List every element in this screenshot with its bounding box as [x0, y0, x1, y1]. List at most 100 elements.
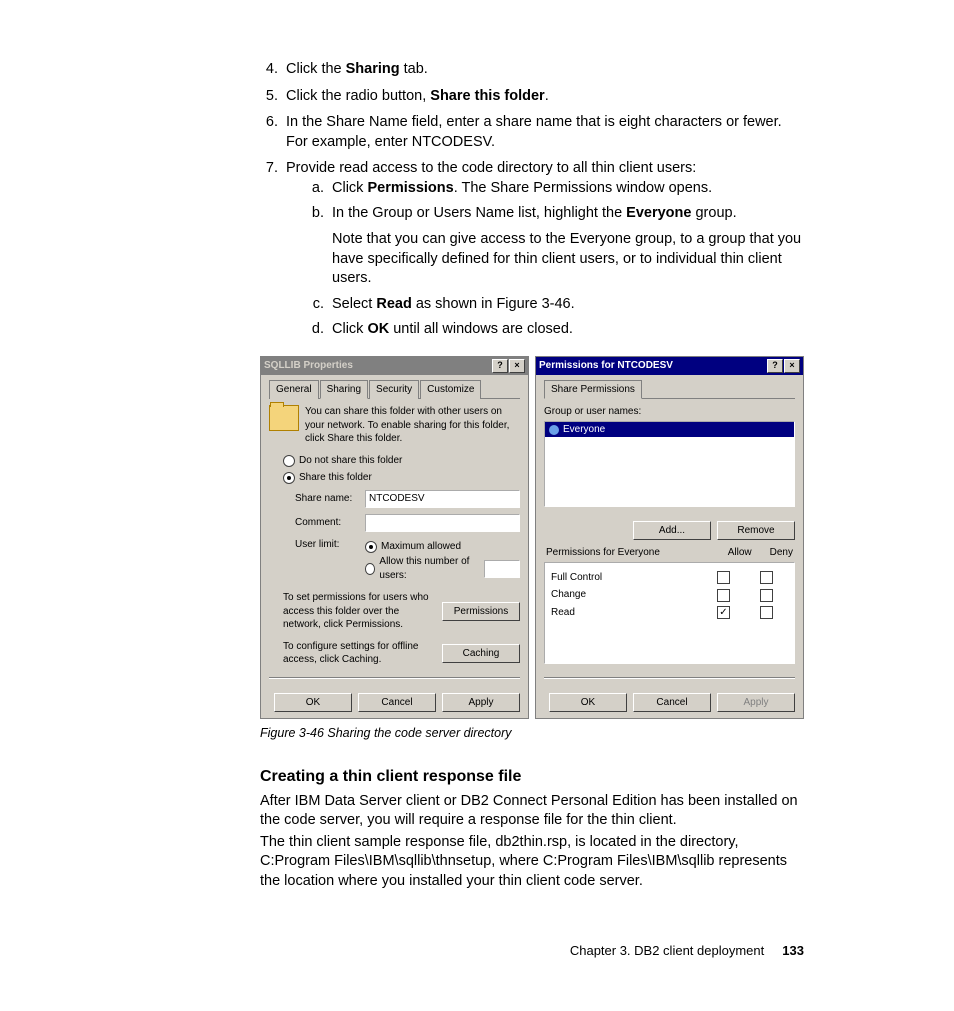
- ok-button[interactable]: OK: [274, 693, 352, 713]
- step-5-bold: Share this folder: [430, 88, 544, 104]
- tab-share-permissions[interactable]: Share Permissions: [544, 380, 642, 400]
- group-icon: [549, 425, 559, 435]
- step-7a-bold: Permissions: [367, 180, 453, 196]
- permissions-header: Permissions for Everyone Allow Deny: [546, 546, 793, 560]
- step-7c-pre: Select: [332, 296, 376, 312]
- figure-caption: Figure 3-46 Sharing the code server dire…: [260, 725, 804, 742]
- allow-checkbox[interactable]: [717, 606, 730, 619]
- radio-label: Share this folder: [299, 471, 372, 485]
- deny-checkbox[interactable]: [760, 589, 773, 602]
- apply-button[interactable]: Apply: [717, 693, 795, 713]
- step-4-bold: Sharing: [346, 61, 400, 77]
- step-7b: In the Group or Users Name list, highlig…: [328, 204, 804, 288]
- permissions-button[interactable]: Permissions: [442, 602, 520, 622]
- permissions-list: Full Control Change Read: [544, 562, 795, 664]
- cancel-button[interactable]: Cancel: [633, 693, 711, 713]
- figure-3-46: SQLLIB Properties ? × General Sharing Se…: [260, 356, 804, 720]
- tab-security[interactable]: Security: [369, 380, 419, 400]
- substeps-list: Click Permissions. The Share Permissions…: [286, 179, 804, 340]
- deny-checkbox[interactable]: [760, 606, 773, 619]
- perm-change: Change: [551, 588, 788, 602]
- dialog-titlebar: Permissions for NTCODESV ? ×: [536, 357, 803, 375]
- close-icon[interactable]: ×: [784, 359, 800, 373]
- step-7c-bold: Read: [376, 296, 411, 312]
- perm-full-control: Full Control: [551, 571, 788, 585]
- dialog-title: Permissions for NTCODESV: [539, 359, 673, 373]
- share-name-input[interactable]: [365, 490, 520, 508]
- step-7a-post: . The Share Permissions window opens.: [454, 180, 712, 196]
- step-5-pre: Click the radio button,: [286, 88, 430, 104]
- step-7d-pre: Click: [332, 321, 367, 337]
- apply-button[interactable]: Apply: [442, 693, 520, 713]
- share-name-row: Share name:: [295, 490, 520, 508]
- step-5-post: .: [545, 88, 549, 104]
- user-limit-label: User limit:: [295, 538, 359, 552]
- step-4-pre: Click the: [286, 61, 346, 77]
- comment-input[interactable]: [365, 514, 520, 532]
- footer-page-number: 133: [782, 943, 804, 958]
- sqllib-properties-dialog: SQLLIB Properties ? × General Sharing Se…: [260, 356, 529, 720]
- close-icon[interactable]: ×: [509, 359, 525, 373]
- permissions-dialog: Permissions for NTCODESV ? × Share Permi…: [535, 356, 804, 720]
- dialog-body: General Sharing Security Customize You c…: [261, 375, 528, 719]
- tab-general[interactable]: General: [269, 380, 319, 400]
- user-count-spinner[interactable]: [484, 560, 520, 578]
- help-icon[interactable]: ?: [492, 359, 508, 373]
- body-paragraph-2: The thin client sample response file, db…: [260, 833, 804, 892]
- ok-button[interactable]: OK: [549, 693, 627, 713]
- radio-max-allowed[interactable]: Maximum allowed: [365, 540, 520, 554]
- list-item-label: Everyone: [563, 423, 605, 437]
- permissions-text: To set permissions for users who access …: [283, 591, 436, 632]
- dialog-button-row: OK Cancel Apply: [269, 685, 520, 713]
- caching-button[interactable]: Caching: [442, 644, 520, 664]
- radio-icon: [365, 563, 375, 575]
- radio-do-not-share[interactable]: Do not share this folder: [283, 454, 520, 468]
- dialog-titlebar: SQLLIB Properties ? ×: [261, 357, 528, 375]
- comment-row: Comment:: [295, 514, 520, 532]
- add-button[interactable]: Add...: [633, 521, 711, 541]
- deny-checkbox[interactable]: [760, 571, 773, 584]
- allow-col-label: Allow: [728, 546, 752, 560]
- radio-allow-number[interactable]: Allow this number of users:: [365, 555, 520, 582]
- caching-text: To configure settings for offline access…: [283, 640, 436, 667]
- help-icon[interactable]: ?: [767, 359, 783, 373]
- step-7b-post: group.: [691, 205, 736, 221]
- step-7a-pre: Click: [332, 180, 367, 196]
- radio-label: Maximum allowed: [381, 540, 461, 554]
- tab-strip: General Sharing Security Customize: [269, 379, 520, 400]
- step-7d-post: until all windows are closed.: [389, 321, 573, 337]
- list-item-everyone[interactable]: Everyone: [545, 422, 794, 438]
- cancel-button[interactable]: Cancel: [358, 693, 436, 713]
- permissions-for-label: Permissions for Everyone: [546, 546, 660, 560]
- step-7c: Select Read as shown in Figure 3-46.: [328, 295, 804, 315]
- deny-col-label: Deny: [770, 546, 793, 560]
- footer-chapter: Chapter 3. DB2 client deployment: [570, 943, 764, 958]
- step-4-post: tab.: [400, 61, 428, 77]
- step-7-text: Provide read access to the code director…: [286, 160, 696, 176]
- permissions-row: To set permissions for users who access …: [283, 591, 520, 632]
- radio-share-folder[interactable]: Share this folder: [283, 471, 520, 485]
- page-footer: Chapter 3. DB2 client deployment 133: [260, 942, 804, 960]
- dialog-body: Share Permissions Group or user names: E…: [536, 375, 803, 719]
- tab-customize[interactable]: Customize: [420, 380, 481, 400]
- dialog-title: SQLLIB Properties: [264, 359, 353, 373]
- dialog-button-row: OK Cancel Apply: [544, 685, 795, 713]
- step-7d: Click OK until all windows are closed.: [328, 320, 804, 340]
- body-paragraph-1: After IBM Data Server client or DB2 Conn…: [260, 792, 804, 831]
- tab-strip: Share Permissions: [544, 379, 795, 400]
- allow-checkbox[interactable]: [717, 589, 730, 602]
- main-steps-list: Click the Sharing tab. Click the radio b…: [260, 60, 804, 340]
- step-6: In the Share Name field, enter a share n…: [282, 113, 804, 152]
- allow-checkbox[interactable]: [717, 571, 730, 584]
- radio-icon: [283, 472, 295, 484]
- remove-button[interactable]: Remove: [717, 521, 795, 541]
- share-name-label: Share name:: [295, 492, 359, 506]
- folder-icon: [269, 405, 299, 431]
- user-list[interactable]: Everyone: [544, 421, 795, 507]
- document-page: Click the Sharing tab. Click the radio b…: [0, 0, 954, 999]
- perm-read: Read: [551, 606, 788, 620]
- step-7c-post: as shown in Figure 3-46.: [412, 296, 575, 312]
- step-7b-bold: Everyone: [626, 205, 691, 221]
- tab-sharing[interactable]: Sharing: [320, 380, 368, 400]
- caching-row: To configure settings for offline access…: [283, 640, 520, 667]
